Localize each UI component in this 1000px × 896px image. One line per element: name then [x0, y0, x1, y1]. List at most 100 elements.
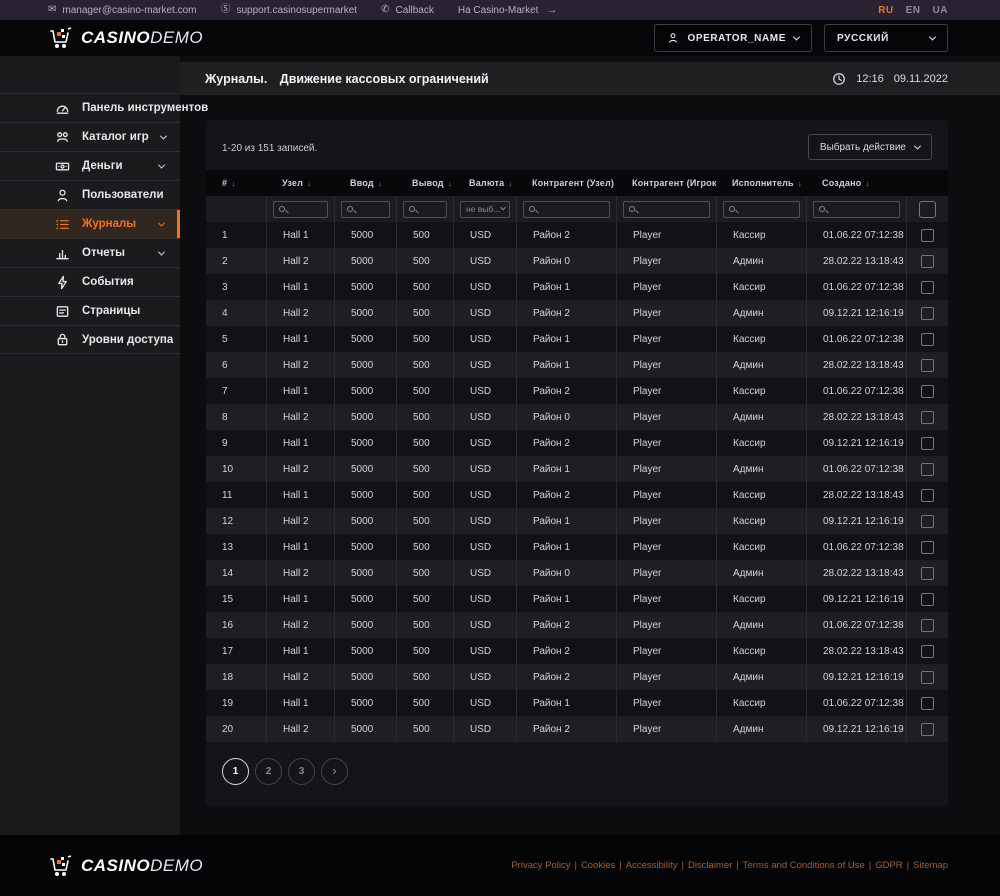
sidebar-item-access-levels[interactable]: Уровни доступа	[0, 325, 180, 354]
column-header[interactable]: #↓	[206, 170, 266, 196]
row-checkbox[interactable]	[921, 645, 934, 658]
filter-search-input[interactable]	[524, 202, 609, 217]
next-page-button[interactable]: ›	[321, 758, 348, 785]
filter-search-input[interactable]	[342, 202, 389, 217]
table-cell: Hall 2	[266, 612, 334, 638]
filter-search-input[interactable]	[274, 202, 327, 217]
row-checkbox[interactable]	[921, 255, 934, 268]
interface-language-select[interactable]: РУССКИЙ	[824, 24, 948, 52]
row-checkbox[interactable]	[921, 229, 934, 242]
row-checkbox[interactable]	[921, 541, 934, 554]
column-header[interactable]: Создано↓	[806, 170, 906, 196]
filter-search-input[interactable]	[404, 202, 446, 217]
table-cell: USD	[453, 612, 516, 638]
table-cell: Админ	[716, 352, 806, 378]
sidebar-item-label: Панель инструментов	[82, 102, 208, 114]
filter-cell	[516, 196, 616, 222]
table-cell: Район 0	[516, 560, 616, 586]
table-cell: Район 1	[516, 274, 616, 300]
page-button-1[interactable]: 1	[222, 758, 249, 785]
row-checkbox[interactable]	[921, 359, 934, 372]
column-header[interactable]: Исполнитель↓	[716, 170, 806, 196]
row-checkbox[interactable]	[921, 385, 934, 398]
row-checkbox[interactable]	[921, 333, 934, 346]
footer-link[interactable]: Terms and Conditions of Use	[743, 860, 865, 871]
row-checkbox[interactable]	[921, 463, 934, 476]
logo[interactable]: CASINODEMO	[48, 26, 203, 50]
row-checkbox[interactable]	[921, 723, 934, 736]
table-row: 7Hall 15000500USDРайон 2PlayerКассир01.0…	[206, 378, 948, 404]
footer-link[interactable]: Accessibility	[626, 860, 678, 871]
column-header[interactable]: Вывод↓	[396, 170, 453, 196]
column-header[interactable]: Контрагент (Игрок)↓	[616, 170, 716, 196]
footer-link[interactable]: Privacy Policy	[511, 860, 570, 871]
sidebar-item-reports[interactable]: Отчеты	[0, 238, 180, 267]
logo-text-bold: CASINO	[81, 856, 150, 875]
table-cell: Player	[616, 560, 716, 586]
footer-link[interactable]: Disclaimer	[688, 860, 732, 871]
skype-link[interactable]: Ⓢ support.casinosupermarket	[220, 5, 357, 16]
row-checkbox[interactable]	[921, 281, 934, 294]
table-cell: Player	[616, 326, 716, 352]
sidebar-item-users[interactable]: Пользователи	[0, 180, 180, 209]
column-header[interactable]: Ввод↓	[334, 170, 396, 196]
row-checkbox[interactable]	[921, 515, 934, 528]
callback-link[interactable]: ✆ Callback	[381, 5, 434, 16]
table-cell: Район 2	[516, 222, 616, 248]
table-cell: 5000	[334, 378, 396, 404]
column-header[interactable]: Узел↓	[266, 170, 334, 196]
sort-icon: ↓	[865, 179, 869, 188]
table-cell: 8	[206, 404, 266, 430]
table-cell: 5000	[334, 612, 396, 638]
footer-link[interactable]: GDPR	[875, 860, 902, 871]
row-checkbox[interactable]	[921, 619, 934, 632]
table-cell: 01.06.22 07:12:38	[806, 326, 906, 352]
row-checkbox[interactable]	[921, 671, 934, 684]
row-checkbox[interactable]	[921, 437, 934, 450]
table-cell: 18	[206, 664, 266, 690]
operator-menu-button[interactable]: OPERATOR_NAME	[654, 24, 812, 52]
sidebar-item-events[interactable]: События	[0, 267, 180, 296]
table-cell: Hall 2	[266, 716, 334, 742]
table-cell: Кассир	[716, 430, 806, 456]
filter-search-input[interactable]	[724, 202, 799, 217]
page-button-3[interactable]: 3	[288, 758, 315, 785]
lang-en[interactable]: EN	[906, 5, 921, 16]
table-cell: 5000	[334, 300, 396, 326]
table-cell: 28.02.22 13:18:43	[806, 638, 906, 664]
page-button-2[interactable]: 2	[255, 758, 282, 785]
datetime: 12:16 09.11.2022	[832, 72, 948, 86]
chevron-down-icon	[500, 205, 506, 211]
column-header[interactable]: Контрагент (Узел)↓	[516, 170, 616, 196]
filter-search-input[interactable]	[624, 202, 709, 217]
site-link[interactable]: На Casino-Market →	[458, 4, 558, 16]
row-checkbox[interactable]	[921, 489, 934, 502]
select-action-button[interactable]: Выбрать действие	[808, 134, 932, 160]
select-all-checkbox[interactable]	[919, 201, 936, 218]
sidebar-item-journals[interactable]: Журналы	[0, 209, 180, 238]
column-header[interactable]: Валюта↓	[453, 170, 516, 196]
row-checkbox[interactable]	[921, 697, 934, 710]
row-checkbox[interactable]	[921, 593, 934, 606]
lang-ua[interactable]: UA	[933, 5, 948, 16]
sidebar-item-dashboard[interactable]: Панель инструментов	[0, 93, 180, 122]
row-checkbox[interactable]	[921, 411, 934, 424]
footer-link[interactable]: Cookies	[581, 860, 615, 871]
table-cell: USD	[453, 508, 516, 534]
sidebar-item-money[interactable]: Деньги	[0, 151, 180, 180]
header-right: OPERATOR_NAME РУССКИЙ	[654, 24, 948, 52]
table-cell: 15	[206, 586, 266, 612]
sidebar-item-games-catalog[interactable]: Каталог игр	[0, 122, 180, 151]
column-header-checkbox	[906, 170, 948, 196]
footer-logo[interactable]: CASINODEMO	[48, 854, 203, 878]
table-body: 1Hall 15000500USDРайон 2PlayerКассир01.0…	[206, 222, 948, 742]
currency-filter-select[interactable]: не выб...	[460, 201, 510, 218]
filter-search-input[interactable]	[814, 202, 899, 217]
sidebar-item-pages[interactable]: Страницы	[0, 296, 180, 325]
footer-link[interactable]: Sitemap	[913, 860, 948, 871]
row-checkbox[interactable]	[921, 567, 934, 580]
row-checkbox[interactable]	[921, 307, 934, 320]
email-link[interactable]: ✉ manager@casino-market.com	[48, 5, 196, 16]
table-cell: Player	[616, 456, 716, 482]
lang-ru[interactable]: RU	[878, 5, 893, 16]
